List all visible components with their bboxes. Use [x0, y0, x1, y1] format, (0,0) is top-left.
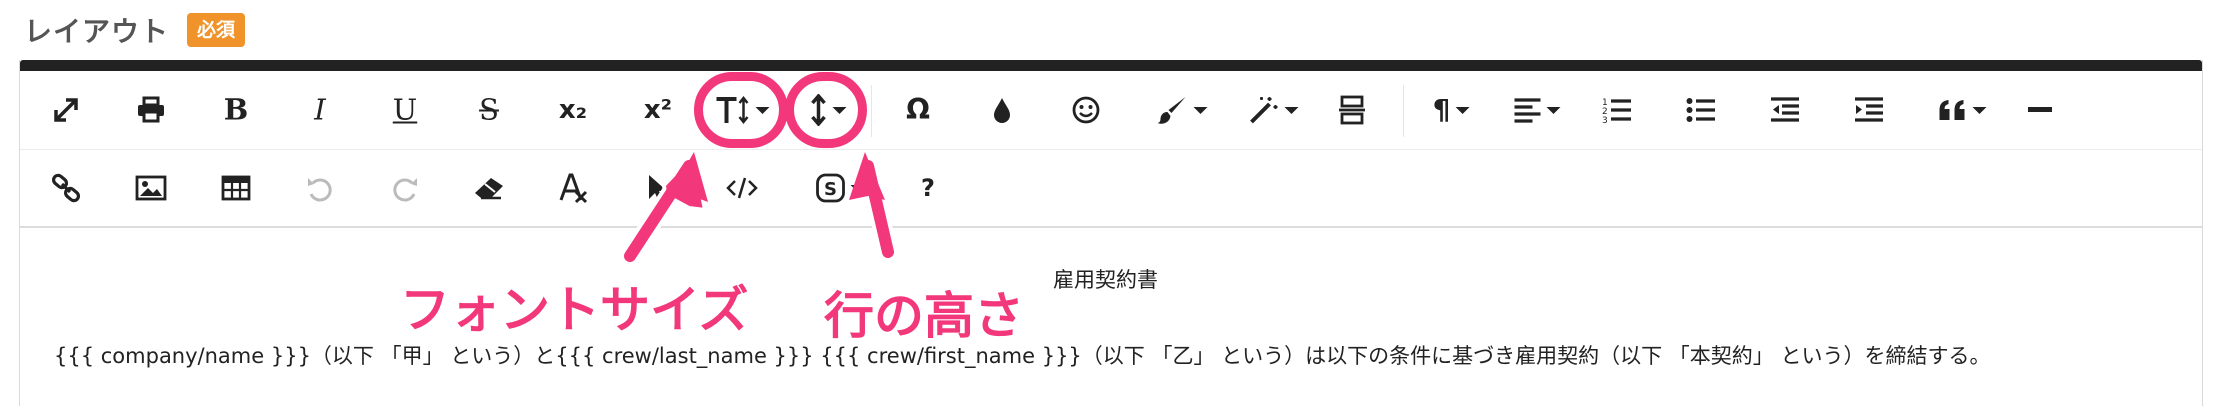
annotation-arrows: [620, 149, 898, 266]
line-height-annotation: 行の高さ: [821, 284, 1027, 348]
font-size-annotation: フォントサイズ: [397, 278, 751, 342]
